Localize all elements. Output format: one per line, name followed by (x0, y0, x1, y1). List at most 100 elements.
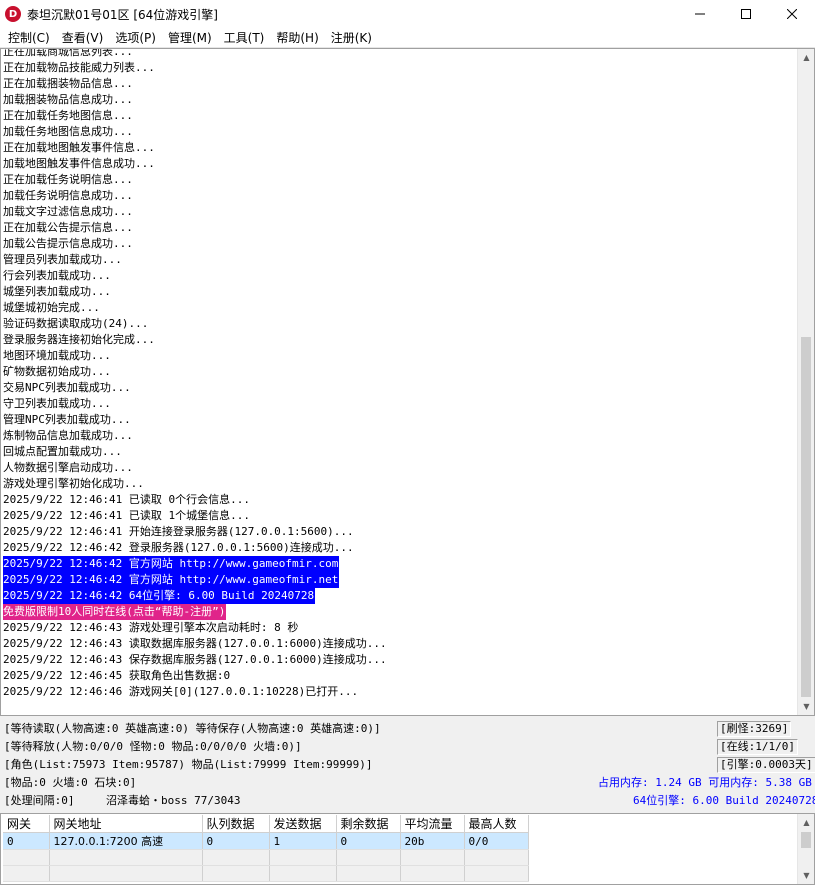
gateway-table: 网关 网关地址 队列数据 发送数据 剩余数据 平均流量 最高人数 0 127.0… (3, 815, 529, 882)
log-line: 2025/9/22 12:46:42 登录服务器(127.0.0.1:5600)… (3, 540, 793, 556)
log-line-text: 2025/9/22 12:46:42 官方网站 http://www.gameo… (3, 556, 340, 572)
log-line-text: 正在加载地图触发事件信息... (3, 141, 155, 154)
log-line: 加载地图触发事件信息成功... (3, 156, 793, 172)
cell-max-users: 0/0 (464, 832, 529, 850)
log-line: 加载捆装物品信息成功... (3, 92, 793, 108)
log-line: 2025/9/22 12:46:43 读取数据库服务器(127.0.0.1:60… (3, 636, 793, 652)
log-line-text: 登录服务器连接初始化完成... (3, 333, 155, 346)
scroll-up-icon[interactable]: ▲ (798, 49, 814, 66)
cell-gateway-address: 127.0.0.1:7200 高速 (49, 832, 203, 850)
log-line-text: 行会列表加载成功... (3, 269, 111, 282)
menu-tools[interactable]: 工具(T) (218, 29, 271, 47)
log-line: 加载公告提示信息成功... (3, 236, 793, 252)
log-line: 加载文字过滤信息成功... (3, 204, 793, 220)
log-line-text: 2025/9/22 12:46:43 游戏处理引擎本次启动耗时: 8 秒 (3, 621, 299, 634)
log-line: 加载任务地图信息成功... (3, 124, 793, 140)
log-line: 2025/9/22 12:46:42 官方网站 http://www.gameo… (3, 572, 793, 588)
table-row[interactable]: 0 127.0.0.1:7200 高速 0 1 0 20b 0/0 (3, 832, 529, 850)
menu-manage[interactable]: 管理(M) (162, 29, 218, 47)
col-gateway[interactable]: 网关 (3, 815, 50, 833)
log-line-text: 正在加载任务地图信息... (3, 109, 133, 122)
log-line-text: 2025/9/22 12:46:42 64位引擎: 6.00 Build 202… (3, 588, 316, 604)
col-max-users[interactable]: 最高人数 (464, 815, 529, 833)
menu-bar: 控制(C) 查看(V) 选项(P) 管理(M) 工具(T) 帮助(H) 注册(K… (0, 28, 815, 48)
scroll-up-icon[interactable]: ▲ (798, 814, 814, 831)
log-line: 2025/9/22 12:46:41 已读取 0个行会信息... (3, 492, 793, 508)
col-average-traffic[interactable]: 平均流量 (400, 815, 465, 833)
log-list: 正在加载商城信息列表... 正在加载物品技能威力列表... 正在加载捆装物品信息..… (3, 49, 793, 700)
minimize-button[interactable] (677, 0, 723, 28)
col-remaining-data[interactable]: 剩余数据 (336, 815, 401, 833)
scroll-thumb[interactable] (801, 832, 811, 848)
status-wait-release: [等待释放(人物:0/0/0 怪物:0 物品:0/0/0/0 火墙:0)] (4, 740, 302, 753)
status-interval: [处理间隔:0] (4, 794, 75, 807)
log-line: 2025/9/22 12:46:41 已读取 1个城堡信息... (3, 508, 793, 524)
close-button[interactable] (769, 0, 815, 28)
log-line: 城堡城初始完成... (3, 300, 793, 316)
log-line-text: 2025/9/22 12:46:43 读取数据库服务器(127.0.0.1:60… (3, 637, 387, 650)
cell-average-traffic: 20b (400, 832, 465, 850)
log-scrollbar[interactable]: ▲ ▼ (797, 49, 814, 715)
menu-help[interactable]: 帮助(H) (270, 29, 324, 47)
log-line-text: 城堡城初始完成... (3, 301, 100, 314)
log-line-text: 加载地图触发事件信息成功... (3, 157, 155, 170)
scroll-down-icon[interactable]: ▼ (798, 867, 814, 884)
log-line: 矿物数据初始成功... (3, 364, 793, 380)
log-line-text: 加载任务地图信息成功... (3, 125, 133, 138)
app-icon[interactable]: D (5, 6, 21, 22)
log-line-text: 加载捆装物品信息成功... (3, 93, 133, 106)
status-online: [在线:1/1/0] (717, 739, 798, 755)
window-title: 泰坦沉默01号01区 [64位游戏引擎] (27, 7, 218, 22)
log-line-text: 游戏处理引擎初始化成功... (3, 477, 144, 490)
log-line-text: 正在加载任务说明信息... (3, 173, 133, 186)
log-line-text: 管理员列表加载成功... (3, 253, 122, 266)
menu-register[interactable]: 注册(K) (325, 29, 378, 47)
cell-remaining-data: 0 (336, 832, 401, 850)
menu-options[interactable]: 选项(P) (109, 29, 162, 47)
log-line-text: 2025/9/22 12:46:43 保存数据库服务器(127.0.0.1:60… (3, 653, 387, 666)
log-line: 人物数据引擎启动成功... (3, 460, 793, 476)
log-line: 2025/9/22 12:46:42 64位引擎: 6.00 Build 202… (3, 588, 793, 604)
log-line-text: 免费版限制10人同时在线(点击“帮助-注册”) (3, 604, 227, 620)
log-line: 正在加载任务说明信息... (3, 172, 793, 188)
menu-view[interactable]: 查看(V) (56, 29, 110, 47)
log-line: 城堡列表加载成功... (3, 284, 793, 300)
log-line: 地图环境加载成功... (3, 348, 793, 364)
status-engine-uptime: [引擎:0.0003天] (717, 757, 815, 773)
log-line-text: 2025/9/22 12:46:42 登录服务器(127.0.0.1:5600)… (3, 541, 354, 554)
scroll-thumb[interactable] (801, 337, 811, 697)
title-bar: D 泰坦沉默01号01区 [64位游戏引擎] (0, 0, 815, 28)
log-panel[interactable]: 正在加载商城信息列表... 正在加载物品技能威力列表... 正在加载捆装物品信息..… (0, 48, 815, 716)
log-line: 2025/9/22 12:46:41 开始连接登录服务器(127.0.0.1:5… (3, 524, 793, 540)
status-wait-read-save: [等待读取(人物高速:0 英雄高速:0) 等待保存(人物高速:0 英雄高速:0)… (4, 722, 381, 735)
log-line: 正在加载商城信息列表... (3, 49, 793, 60)
log-line: 加载任务说明信息成功... (3, 188, 793, 204)
log-line-text: 2025/9/22 12:46:46 游戏网关[0](127.0.0.1:102… (3, 685, 359, 698)
log-line: 回城点配置加载成功... (3, 444, 793, 460)
status-boss: 沼泽毒蛤・boss 77/3043 (106, 794, 241, 807)
log-line-text: 交易NPC列表加载成功... (3, 381, 131, 394)
status-panel: [等待读取(人物高速:0 英雄高速:0) 等待保存(人物高速:0 英雄高速:0)… (0, 716, 815, 812)
log-line-text: 回城点配置加载成功... (3, 445, 122, 458)
log-line: 正在加载物品技能威力列表... (3, 60, 793, 76)
log-line-text: 管理NPC列表加载成功... (3, 413, 131, 426)
cell-gateway: 0 (3, 832, 50, 850)
grid-scrollbar[interactable]: ▲ ▼ (797, 814, 814, 884)
log-line-text: 加载任务说明信息成功... (3, 189, 133, 202)
maximize-button[interactable] (723, 0, 769, 28)
gateway-grid[interactable]: 网关 网关地址 队列数据 发送数据 剩余数据 平均流量 最高人数 0 127.0… (0, 813, 815, 885)
col-gateway-address[interactable]: 网关地址 (49, 815, 203, 833)
log-line: 2025/9/22 12:46:45 获取角色出售数据:0 (3, 668, 793, 684)
log-line: 2025/9/22 12:46:43 保存数据库服务器(127.0.0.1:60… (3, 652, 793, 668)
log-line: 正在加载捆装物品信息... (3, 76, 793, 92)
status-objects: [物品:0 火墙:0 石块:0] (4, 776, 137, 789)
col-send-data[interactable]: 发送数据 (269, 815, 337, 833)
log-line-text: 炼制物品信息加载成功... (3, 429, 133, 442)
col-queue-data[interactable]: 队列数据 (202, 815, 270, 833)
menu-control[interactable]: 控制(C) (2, 29, 56, 47)
status-memory: 占用内存: 1.24 GB 可用内存: 5.38 GB (598, 776, 812, 789)
scroll-down-icon[interactable]: ▼ (798, 698, 814, 715)
log-line: 免费版限制10人同时在线(点击“帮助-注册”) (3, 604, 793, 620)
log-line-text: 正在加载公告提示信息... (3, 221, 133, 234)
log-line: 行会列表加载成功... (3, 268, 793, 284)
